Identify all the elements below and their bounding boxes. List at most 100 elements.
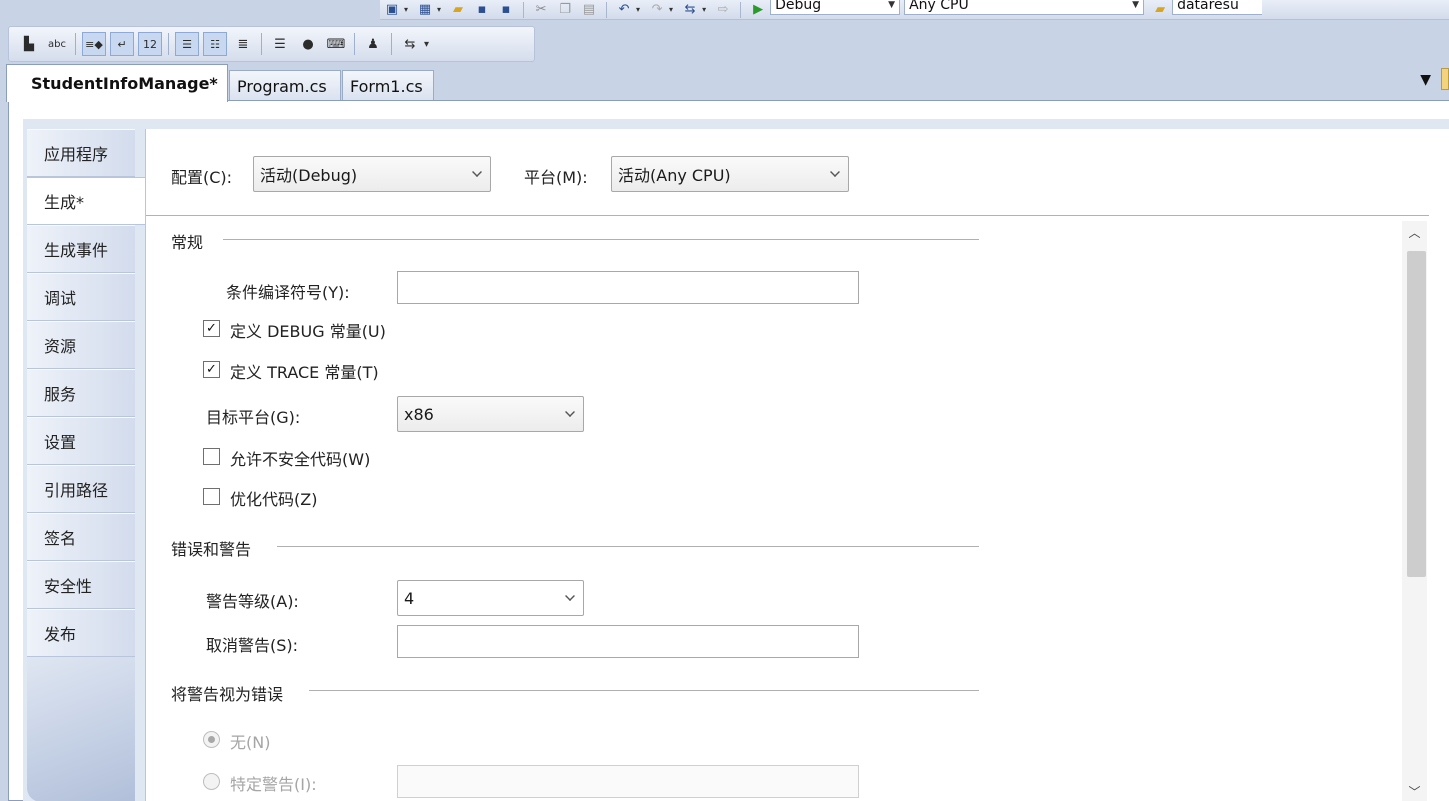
warning-level-label: 警告等级(A): (206, 592, 299, 611)
tab-form1-cs[interactable]: Form1.cs (342, 70, 434, 102)
section-general-title: 常规 (171, 233, 204, 252)
line-numbers-icon[interactable]: 12 (138, 32, 162, 56)
find-combo-value: dataresu (1177, 0, 1239, 13)
conditional-symbols-input[interactable] (397, 271, 859, 304)
sidebar-item-resources[interactable]: 资源 (27, 321, 135, 369)
sidebar-item-settings[interactable]: 设置 (27, 417, 135, 465)
platform-value: 活动(Any CPU) (618, 166, 731, 185)
sidebar-item-build-events[interactable]: 生成事件 (27, 225, 135, 273)
properties-sidebar: 应用程序 生成* 生成事件 调试 资源 服务 设置 引用路径 签名 安全性 发布 (27, 129, 145, 801)
section-treat-warnings-title: 将警告视为错误 (171, 685, 284, 704)
platform-label: 平台(M): (524, 168, 588, 187)
treat-warnings-none-radio[interactable] (203, 731, 220, 748)
standard-toolbar: ▣ ▾ ▦ ▾ ▰ ▪ ▪ ✂ ❐ ▤ ↶ ▾ ↷ ▾ ⇆ ▾ ⇨ ▶ Debug ▼ A… (380, 0, 1449, 20)
start-debugging-icon[interactable]: ▶ (748, 1, 768, 19)
tab-program-cs[interactable]: Program.cs (229, 70, 341, 102)
format-document-icon[interactable]: ⇆ (398, 32, 422, 56)
sidebar-item-label: 服务 (44, 385, 77, 404)
scroll-down-icon[interactable]: ﹀ (1402, 780, 1427, 801)
copy-icon[interactable]: ❐ (555, 1, 575, 19)
chevron-down-icon (565, 407, 575, 417)
sidebar-item-reference-paths[interactable]: 引用路径 (27, 465, 135, 513)
spell-check-icon[interactable]: abc (45, 32, 69, 56)
sidebar-item-signing[interactable]: 签名 (27, 513, 135, 561)
word-wrap-icon[interactable]: ↵ (110, 32, 134, 56)
target-platform-value: x86 (404, 404, 434, 424)
sidebar-item-application[interactable]: 应用程序 (27, 129, 135, 177)
dropdown-arrow-icon[interactable]: ▾ (437, 5, 441, 14)
define-trace-checkbox[interactable]: ✓ (203, 361, 220, 378)
optimize-code-label: 优化代码(Z) (230, 490, 318, 509)
specific-warnings-input[interactable] (397, 765, 859, 798)
sidebar-item-label: 引用路径 (44, 481, 109, 500)
section-divider (223, 239, 979, 240)
checkmark-icon: ✓ (206, 362, 217, 377)
new-project-icon[interactable]: ▣ (382, 1, 402, 19)
paste-icon[interactable]: ▤ (579, 1, 599, 19)
toggle-bookmark-icon[interactable]: ▙ (17, 32, 41, 56)
comment-out-icon[interactable]: ☰ (268, 32, 292, 56)
dropdown-arrow-icon: ▼ (888, 0, 896, 10)
tab-studentinfomanage[interactable]: StudentInfoManage* (6, 64, 228, 102)
chevron-down-icon (472, 167, 482, 177)
dropdown-arrow-icon[interactable]: ▾ (669, 5, 673, 14)
configuration-dropdown[interactable]: 活动(Debug) (253, 156, 491, 192)
target-platform-label: 目标平台(G): (206, 408, 301, 427)
sidebar-item-security[interactable]: 安全性 (27, 561, 135, 609)
platform-dropdown[interactable]: 活动(Any CPU) (611, 156, 849, 192)
sidebar-item-publish[interactable]: 发布 (27, 609, 135, 657)
scrollbar-thumb[interactable] (1407, 251, 1426, 577)
dropdown-arrow-icon[interactable]: ▾ (404, 5, 408, 14)
open-file-icon[interactable]: ▰ (448, 1, 468, 19)
find-combo[interactable]: dataresu (1172, 0, 1263, 15)
undo-icon[interactable]: ↶ (614, 1, 634, 19)
configuration-value: 活动(Debug) (260, 166, 358, 185)
suppress-warnings-input[interactable] (397, 625, 859, 658)
tab-label: Program.cs (237, 77, 327, 96)
sidebar-item-label: 生成* (44, 193, 85, 212)
solution-platform-combo[interactable]: Any CPU ▼ (904, 0, 1145, 15)
navigate-forward-icon[interactable]: ⇨ (713, 1, 733, 19)
sidebar-item-debug[interactable]: 调试 (27, 273, 135, 321)
dropdown-arrow-icon[interactable]: ▾ (636, 5, 640, 14)
toolbar-overflow-icon[interactable]: ▾ (424, 39, 429, 50)
save-icon[interactable]: ▪ (472, 1, 492, 19)
outdent-right-icon[interactable]: ☷ (203, 32, 227, 56)
tab-pin-icon[interactable] (1441, 68, 1449, 90)
align-icon[interactable]: ≣ (231, 32, 255, 56)
navigate-backward-icon[interactable]: ⇆ (680, 1, 700, 19)
add-item-icon[interactable]: ▦ (415, 1, 435, 19)
sidebar-item-label: 发布 (44, 625, 77, 644)
warning-level-dropdown[interactable]: 4 (397, 580, 584, 616)
text-editor-toolbar: ▙ abc ≡◆ ↵ 12 ☰ ☷ ≣ ☰ ● ⌨ ♟ ⇆ ▾ (8, 26, 535, 62)
code-snippet-icon[interactable]: ⌨ (324, 32, 348, 56)
scroll-up-icon[interactable]: ︿ (1402, 221, 1427, 243)
sidebar-item-services[interactable]: 服务 (27, 369, 135, 417)
toolbar-separator (740, 1, 742, 18)
indent-icon[interactable]: ≡◆ (82, 32, 106, 56)
allow-unsafe-checkbox[interactable] (203, 448, 220, 465)
sidebar-item-label: 资源 (44, 337, 77, 356)
vertical-scrollbar[interactable]: ︿ ﹀ (1402, 221, 1427, 801)
sidebar-item-build[interactable]: 生成* (27, 177, 145, 225)
configuration-label: 配置(C): (171, 168, 233, 187)
dropdown-arrow-icon[interactable]: ▾ (702, 5, 706, 14)
define-debug-checkbox[interactable]: ✓ (203, 320, 220, 337)
sidebar-decoration (27, 657, 135, 801)
sidebar-item-label: 设置 (44, 433, 77, 452)
redo-icon[interactable]: ↷ (647, 1, 667, 19)
toolbar-separator (261, 33, 262, 55)
save-all-icon[interactable]: ▪ (496, 1, 516, 19)
brush-icon[interactable]: ♟ (361, 32, 385, 56)
treat-warnings-specific-radio[interactable] (203, 773, 220, 790)
checkmark-icon: ✓ (206, 321, 217, 336)
toolbar-separator (391, 33, 392, 55)
cut-icon[interactable]: ✂ (531, 1, 551, 19)
target-platform-dropdown[interactable]: x86 (397, 396, 584, 432)
speech-bubble-icon[interactable]: ● (296, 32, 320, 56)
optimize-code-checkbox[interactable] (203, 488, 220, 505)
solution-configuration-combo[interactable]: Debug ▼ (770, 0, 901, 15)
find-in-files-icon[interactable]: ▰ (1150, 1, 1170, 19)
tab-list-dropdown-icon[interactable]: ▼ (1420, 72, 1431, 88)
outdent-left-icon[interactable]: ☰ (175, 32, 199, 56)
